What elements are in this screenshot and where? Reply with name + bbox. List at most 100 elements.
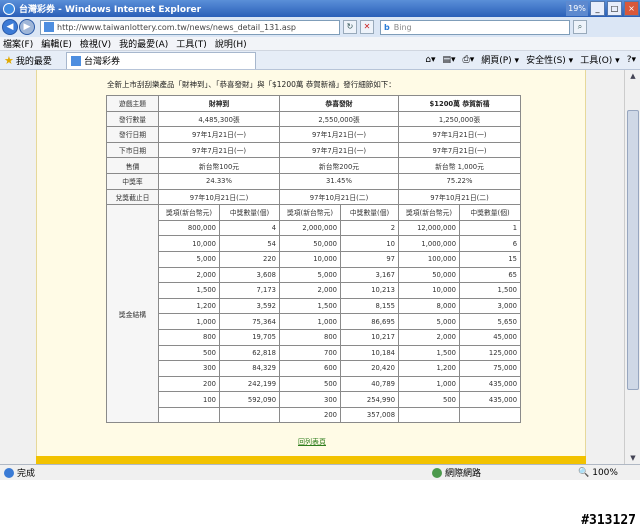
table-cell: 下市日期	[106, 141, 159, 159]
table-cell: 65	[459, 266, 522, 284]
menu-edit[interactable]: 編輯(E)	[41, 37, 72, 50]
vertical-scrollbar[interactable]: ▲ ▼	[624, 70, 640, 464]
table-cell: 1,500	[279, 297, 342, 315]
address-bar-row: ◀ ▶ http://www.taiwanlottery.com.tw/news…	[0, 17, 640, 37]
command-bar: ⌂▾ ▤▾ ⎙▾ 網頁(P) ▾ 安全性(S) ▾ 工具(O) ▾ ?▾	[418, 53, 636, 67]
table-cell: 1,000,000	[398, 235, 461, 252]
table-cell: 恭喜發財	[279, 95, 400, 112]
feeds-icon[interactable]: ▤▾	[442, 55, 455, 65]
prize-row: 5,000 220 10,000 97 100,000 15	[107, 250, 522, 268]
table-cell: 242,199	[218, 375, 281, 393]
tab-taiwan-lottery[interactable]: 台灣彩券	[66, 51, 256, 69]
menu-file[interactable]: 檔案(F)	[3, 37, 33, 50]
table-cell: 2,000,000	[279, 219, 342, 237]
table-cell: 新台幣100元	[157, 157, 281, 174]
stop-button[interactable]: ✕	[360, 20, 374, 34]
table-cell: 3,592	[218, 297, 281, 315]
table-cell	[398, 406, 461, 424]
prize-row: 1,500 7,173 2,000 10,213 10,000 1,500	[107, 282, 522, 299]
search-button[interactable]: ⌕	[573, 20, 587, 34]
help-icon[interactable]: ?▾	[627, 55, 636, 65]
status-zone: 網際網路	[432, 466, 481, 479]
table-cell: 500	[279, 375, 342, 393]
table-cell: 100,000	[398, 250, 461, 268]
table-cell: 獎項(新台幣元)	[398, 204, 461, 221]
menu-view[interactable]: 檢視(V)	[80, 37, 111, 50]
percent-indicator: 19%	[566, 1, 588, 16]
bing-icon: b	[384, 22, 390, 32]
safety-menu-button[interactable]: 安全性(S) ▾	[526, 53, 573, 66]
table-cell: 97年10月21日(二)	[279, 188, 400, 206]
star-icon: ★	[4, 53, 14, 67]
scroll-down-icon[interactable]: ▼	[627, 452, 639, 464]
return-to-list-link[interactable]: 回列表頁	[37, 437, 587, 447]
address-input[interactable]: http://www.taiwanlottery.com.tw/news/new…	[40, 19, 340, 35]
close-button[interactable]: ×	[624, 1, 639, 16]
table-cell: 2	[340, 219, 400, 237]
table-row: 兌獎截止日 97年10月21日(二) 97年10月21日(二) 97年10月21日(二…	[106, 188, 522, 206]
back-button[interactable]: ◀	[2, 19, 18, 35]
table-cell: 12,000,000	[398, 219, 461, 237]
favorites-label: 我的最愛	[15, 56, 52, 67]
zoom-control[interactable]: 🔍 100%	[578, 468, 618, 478]
minimize-button[interactable]: _	[590, 1, 605, 16]
table-cell: 1,000	[158, 313, 220, 330]
table-cell: 5,000	[398, 313, 461, 330]
table-cell: 7,173	[218, 282, 281, 299]
refresh-button[interactable]: ↻	[343, 20, 357, 34]
table-cell: 10,184	[340, 344, 400, 362]
menu-tools[interactable]: 工具(T)	[176, 37, 207, 50]
table-cell: 10,000	[279, 250, 342, 268]
maximize-button[interactable]: □	[607, 1, 622, 16]
favorites-button[interactable]: ★ 我的最愛	[0, 54, 66, 67]
table-cell: 54	[218, 235, 281, 252]
table-cell: 1	[459, 219, 522, 237]
table-row: 下市日期 97年7月21日(一) 97年7月21日(一) 97年7月21日(一)	[106, 141, 522, 159]
forward-button[interactable]: ▶	[19, 19, 35, 35]
title-bar: 台灣彩券 - Windows Internet Explorer 19% _ □…	[0, 0, 640, 17]
address-url: http://www.taiwanlottery.com.tw/news/new…	[57, 22, 297, 32]
prize-row: 100 592,090 300 254,990 500 435,000	[107, 391, 522, 408]
table-cell: 2,000	[398, 328, 461, 346]
table-cell: 20,420	[340, 360, 400, 377]
watermark: #313127	[581, 513, 636, 528]
page-viewport: 全新上市刮刮樂產品「財神到」、「恭喜發財」與「$1200萬 恭賀新禧」發行細節如…	[0, 70, 640, 464]
page-menu-button[interactable]: 網頁(P) ▾	[481, 53, 519, 66]
table-cell: 97年1月21日(一)	[279, 126, 400, 143]
table-cell: $1200萬 恭賀新禧	[398, 95, 522, 112]
menu-favorites[interactable]: 我的最愛(A)	[119, 37, 168, 50]
table-cell: 100	[158, 391, 220, 408]
print-icon[interactable]: ⎙▾	[463, 55, 475, 65]
search-input[interactable]: b Bing	[380, 19, 570, 35]
home-icon[interactable]: ⌂▾	[425, 55, 435, 65]
prize-row: 300 84,329 600 20,420 1,200 75,000	[107, 360, 522, 377]
table-cell: 50,000	[398, 266, 461, 284]
prize-row: 200 242,199 500 40,789 1,000 435,000	[107, 375, 522, 393]
tools-menu-button[interactable]: 工具(O) ▾	[580, 53, 620, 66]
table-cell: 4	[218, 219, 281, 237]
window-title: 台灣彩券 - Windows Internet Explorer	[19, 5, 202, 15]
table-cell: 10,213	[340, 282, 400, 299]
scroll-up-icon[interactable]: ▲	[627, 70, 639, 82]
table-cell: 97年10月21日(二)	[157, 188, 281, 206]
prize-header-row: 獎金結構 獎項(新台幣元) 中獎數量(個) 獎項(新台幣元) 中獎數量(個) 獎項(新台幣…	[106, 204, 522, 424]
table-cell: 10,217	[340, 328, 400, 346]
table-cell: 97年1月21日(一)	[157, 126, 281, 143]
table-cell: 300	[279, 391, 342, 408]
table-cell	[218, 406, 281, 424]
table-cell: 84,329	[218, 360, 281, 377]
status-bar: 完成 網際網路 🔍 100%	[0, 464, 640, 480]
scroll-thumb[interactable]	[627, 110, 639, 390]
table-cell	[158, 406, 220, 424]
page-content: 全新上市刮刮樂產品「財神到」、「恭喜發財」與「$1200萬 恭賀新禧」發行細節如…	[36, 70, 586, 464]
table-cell: 200	[158, 375, 220, 393]
table-cell: 97年1月21日(一)	[398, 126, 522, 143]
table-cell: 50,000	[279, 235, 342, 252]
menu-help[interactable]: 說明(H)	[215, 37, 247, 50]
table-cell: 1,500	[459, 282, 522, 299]
favorites-bar: ★ 我的最愛 台灣彩券 ⌂▾ ▤▾ ⎙▾ 網頁(P) ▾ 安全性(S) ▾ 工具…	[0, 51, 640, 70]
table-cell: 500	[158, 344, 220, 362]
table-cell: 45,000	[459, 328, 522, 346]
table-row: 發行日期 97年1月21日(一) 97年1月21日(一) 97年1月21日(一)	[106, 126, 522, 143]
table-row: 中獎率 24.33% 31.45% 75.22%	[106, 172, 522, 190]
